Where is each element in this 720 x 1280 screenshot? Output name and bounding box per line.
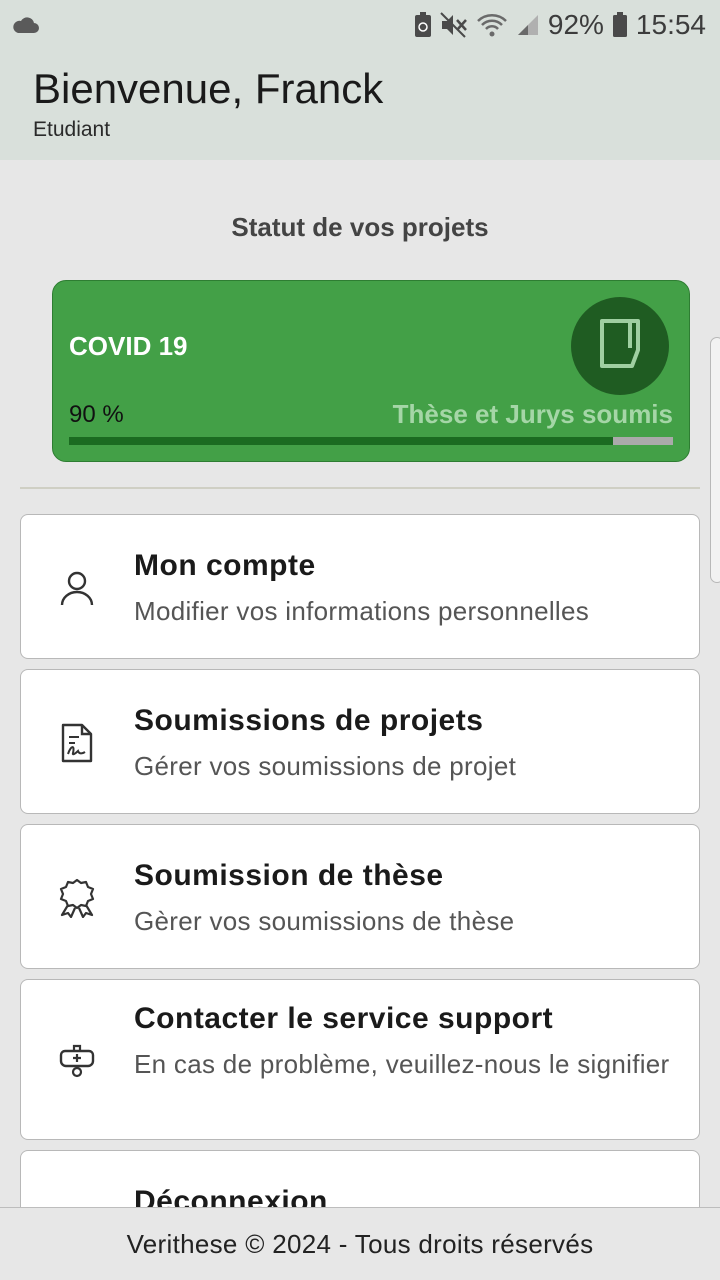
- menu-item-subtitle: Modifier vos informations personnelles: [134, 596, 590, 626]
- app-header: Bienvenue, Franck Etudiant: [0, 50, 720, 160]
- status-bar: 92% 15:54: [0, 0, 720, 50]
- footer: Verithese © 2024 - Tous droits réservés: [0, 1207, 720, 1280]
- menu-item-contacter-support[interactable]: Contacter le service support En cas de p…: [20, 979, 700, 1140]
- battery-percent: 92%: [547, 9, 604, 40]
- welcome-title: Bienvenue, Franck: [33, 65, 384, 112]
- menu-item-title: Déconnexion: [134, 1185, 328, 1207]
- project-icon-circle: [571, 297, 669, 395]
- menu-item-title: Mon compte: [134, 549, 316, 582]
- project-name: COVID 19: [69, 331, 188, 361]
- menu-item-deconnexion[interactable]: Déconnexion: [20, 1150, 700, 1207]
- menu-item-subtitle: Gèrer vos soumissions de thèse: [134, 906, 515, 936]
- footer-text: Verithese © 2024 - Tous droits réservés: [126, 1228, 594, 1259]
- section-divider: [20, 487, 700, 489]
- project-percent: 90 %: [69, 401, 124, 428]
- project-status: Thèse et Jurys soumis: [392, 399, 673, 429]
- wifi-icon: [476, 12, 508, 38]
- main-content[interactable]: Statut de vos projets COVID 19 90 % Thès…: [0, 160, 720, 1207]
- project-card[interactable]: COVID 19 90 % Thèse et Jurys soumis: [52, 280, 690, 462]
- menu-item-subtitle: Gérer vos soumissions de projet: [134, 751, 517, 781]
- menu-item-title: Soumission de thèse: [134, 859, 444, 892]
- mute-icon: [440, 12, 468, 38]
- menu-item-title: Contacter le service support: [134, 1002, 554, 1035]
- recycle-icon: [414, 12, 432, 38]
- file-signature-icon: [57, 723, 97, 763]
- scroll-indicator: [710, 337, 720, 583]
- menu-item-soumission-these[interactable]: Soumission de thèse Gèrer vos soumission…: [20, 824, 700, 969]
- menu-item-subtitle: En cas de problème, veuillez-nous le sig…: [134, 1049, 670, 1079]
- menu-item-title: Soumissions de projets: [134, 704, 484, 737]
- clock: 15:54: [635, 9, 706, 40]
- award-icon: [57, 878, 97, 918]
- support-icon: [57, 1040, 97, 1080]
- cloud-icon: [12, 16, 40, 34]
- project-progress-fill: [69, 437, 613, 445]
- document-icon: [598, 318, 642, 375]
- user-role: Etudiant: [33, 118, 111, 141]
- signal-icon: [516, 13, 540, 37]
- menu-item-mon-compte[interactable]: Mon compte Modifier vos informations per…: [20, 514, 700, 659]
- project-progress-bar: [69, 437, 673, 445]
- battery-icon: [612, 12, 628, 38]
- projects-section-title: Statut de vos projets: [231, 212, 489, 242]
- user-icon: [57, 568, 97, 608]
- menu-item-soumissions-projets[interactable]: Soumissions de projets Gérer vos soumiss…: [20, 669, 700, 814]
